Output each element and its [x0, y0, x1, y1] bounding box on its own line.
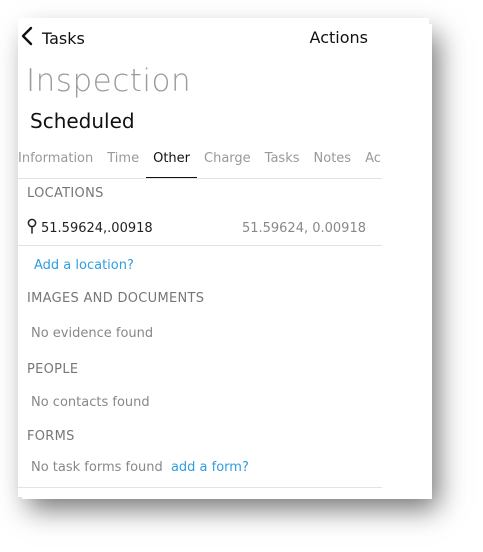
- tab-other[interactable]: Other: [146, 148, 198, 179]
- task-status: Scheduled: [30, 109, 135, 133]
- images-header: IMAGES AND DOCUMENTS: [27, 291, 205, 306]
- forms-header: FORMS: [27, 429, 75, 444]
- tab-bar: Information Time Other Charge Tasks Note…: [18, 148, 382, 180]
- tab-time[interactable]: Time: [107, 148, 139, 177]
- location-name: 51.59624,.00918: [41, 220, 153, 236]
- tab-charge[interactable]: Charge: [204, 148, 251, 177]
- tab-tasks[interactable]: Tasks: [265, 148, 300, 177]
- people-empty-text: No contacts found: [31, 395, 150, 410]
- images-empty-text: No evidence found: [31, 326, 154, 341]
- add-location-link[interactable]: Add a location?: [34, 258, 134, 273]
- app-screen: Tasks Actions Inspection Scheduled Infor…: [18, 18, 429, 497]
- people-header: PEOPLE: [27, 362, 79, 377]
- forms-divider: [18, 487, 382, 488]
- actions-button[interactable]: Actions: [310, 28, 368, 47]
- page-title: Inspection: [26, 63, 192, 99]
- location-coords: 51.59624, 0.00918: [241, 220, 366, 236]
- top-bar: Tasks Actions: [18, 18, 429, 58]
- map-pin-icon: [27, 218, 41, 238]
- tab-notes[interactable]: Notes: [314, 148, 352, 177]
- location-divider: [18, 245, 382, 246]
- location-item[interactable]: 51.59624,.00918 51.59624, 0.00918: [27, 218, 382, 238]
- chevron-left-icon: [20, 26, 34, 50]
- forms-empty-text: No task forms found: [31, 460, 163, 475]
- locations-header: LOCATIONS: [27, 186, 104, 201]
- forms-row: No task forms found add a form?: [31, 460, 249, 475]
- back-label: Tasks: [42, 28, 85, 48]
- tab-divider: [18, 178, 382, 179]
- add-form-link[interactable]: add a form?: [171, 460, 249, 475]
- back-button[interactable]: Tasks: [20, 26, 85, 50]
- tab-activity[interactable]: Ac: [365, 148, 381, 177]
- tab-information[interactable]: Information: [18, 148, 93, 177]
